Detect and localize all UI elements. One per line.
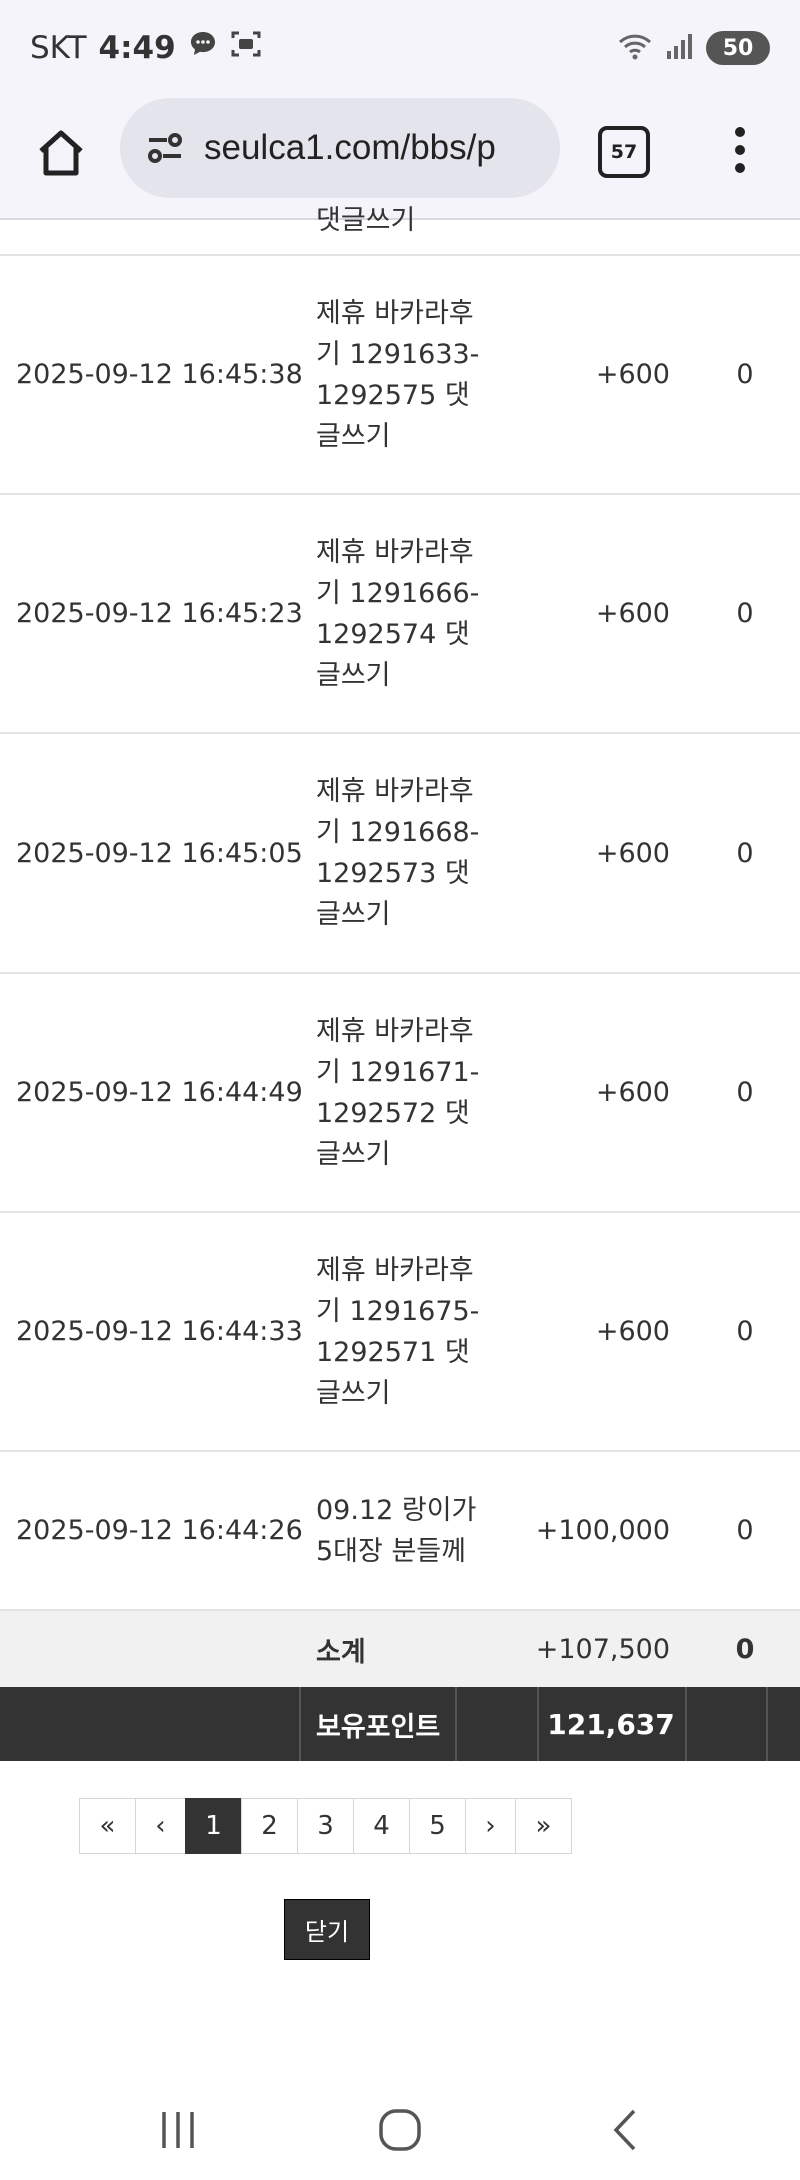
holding-points-row: 보유포인트 121,637 (0, 1687, 800, 1761)
row-date: 2025-09-12 16:45:23 (16, 598, 303, 629)
row-point: +600 (595, 837, 670, 869)
status-left: SKT 4:49 (30, 29, 262, 67)
back-icon (613, 2109, 636, 2151)
point-history-table: 댓글쓰기 2025-09-12 16:45:38 제휴 바카라후기 129163… (0, 205, 800, 1761)
home-icon (39, 130, 83, 176)
row-used: 0 (736, 837, 754, 869)
subtotal-point: +107,500 (535, 1633, 670, 1665)
row-used: 0 (736, 359, 754, 390)
page-4-button[interactable]: 4 (353, 1798, 410, 1854)
chat-icon (188, 29, 218, 67)
screenshot-icon (230, 29, 262, 67)
last-page-button[interactable]: » (515, 1798, 572, 1854)
row-date: 2025-09-12 16:44:49 (16, 1077, 303, 1108)
wifi-icon (618, 31, 652, 65)
row-date: 2025-09-12 16:45:05 (16, 837, 303, 869)
page-3-button[interactable]: 3 (297, 1798, 354, 1854)
row-description: 제휴 바카라후기 1291666-1292574 댓글쓰기 (316, 536, 480, 691)
next-page-button[interactable]: › (465, 1798, 516, 1854)
row-used: 0 (736, 1316, 754, 1347)
row-description: 제휴 바카라후기 1291675-1292571 댓글쓰기 (316, 1254, 480, 1409)
row-description: 09.12 랑이가 5대장 분들께 (316, 1494, 477, 1567)
site-settings-icon[interactable] (140, 123, 190, 173)
cell-divider (685, 1687, 687, 1761)
system-nav-bar (0, 2080, 800, 2180)
home-button[interactable] (30, 122, 92, 184)
table-row: 2025-09-12 16:44:26 09.12 랑이가 5대장 분들께 +1… (0, 1452, 800, 1611)
row-used: 0 (736, 1077, 754, 1108)
url-text[interactable]: seulca1.com/bbs/p (204, 128, 496, 168)
table-row: 2025-09-12 16:45:05 제휴 바카라후기 1291668-129… (0, 734, 800, 974)
row-used: 0 (736, 598, 754, 629)
page-2-button[interactable]: 2 (241, 1798, 298, 1854)
row-date: 2025-09-12 16:44:26 (16, 1515, 303, 1546)
close-button[interactable]: 닫기 (284, 1899, 370, 1960)
clock: 4:49 (98, 30, 176, 66)
row-used: 0 (736, 1515, 754, 1546)
cell-divider (299, 1687, 301, 1761)
recents-button[interactable] (138, 2094, 218, 2166)
table-row: 2025-09-12 16:44:49 제휴 바카라후기 1291671-129… (0, 974, 800, 1213)
more-menu-button[interactable] (722, 120, 758, 180)
home-circle-icon (379, 2109, 421, 2151)
address-bar[interactable]: seulca1.com/bbs/p (120, 98, 560, 198)
page-5-button[interactable]: 5 (409, 1798, 466, 1854)
subtotal-used: 0 (735, 1633, 755, 1665)
prev-page-button[interactable]: ‹ (135, 1798, 186, 1854)
table-row: 2025-09-12 16:45:23 제휴 바카라후기 1291666-129… (0, 495, 800, 734)
cell-divider (455, 1687, 457, 1761)
row-point: +600 (595, 1077, 670, 1108)
status-right: 50 (618, 31, 770, 65)
signal-icon (664, 31, 694, 65)
tab-switcher-button[interactable]: 57 (598, 126, 650, 178)
status-bar: SKT 4:49 50 (0, 0, 800, 96)
back-button[interactable] (586, 2094, 666, 2166)
home-nav-button[interactable] (360, 2094, 440, 2166)
holding-points-label: 보유포인트 (316, 1711, 441, 1743)
row-point: +600 (595, 1316, 670, 1347)
row-point: +100,000 (535, 1515, 670, 1546)
pagination: « ‹ 1 2 3 4 5 › » (79, 1798, 572, 1854)
partial-desc: 댓글쓰기 (316, 205, 416, 236)
table-row-partial: 댓글쓰기 (0, 205, 800, 256)
row-point: +600 (595, 598, 670, 629)
page-1-button[interactable]: 1 (185, 1798, 242, 1854)
row-date: 2025-09-12 16:44:33 (16, 1316, 303, 1347)
more-vert-icon (735, 127, 745, 173)
first-page-button[interactable]: « (79, 1798, 136, 1854)
table-row: 2025-09-12 16:44:33 제휴 바카라후기 1291675-129… (0, 1213, 800, 1452)
recents-icon (162, 2112, 194, 2148)
carrier-label: SKT (30, 30, 87, 66)
subtotal-row: 소계 +107,500 0 (0, 1611, 800, 1687)
subtotal-label: 소계 (316, 1636, 366, 1668)
row-description: 제휴 바카라후기 1291633-1292575 댓글쓰기 (316, 297, 480, 452)
table-row: 2025-09-12 16:45:38 제휴 바카라후기 1291633-129… (0, 256, 800, 495)
battery-indicator: 50 (706, 31, 770, 65)
cell-divider (766, 1687, 768, 1761)
row-description: 제휴 바카라후기 1291668-1292573 댓글쓰기 (316, 776, 480, 930)
holding-points-value: 121,637 (547, 1707, 675, 1741)
row-point: +600 (595, 359, 670, 390)
row-date: 2025-09-12 16:45:38 (16, 359, 303, 390)
row-description: 제휴 바카라후기 1291671-1292572 댓글쓰기 (316, 1015, 480, 1170)
